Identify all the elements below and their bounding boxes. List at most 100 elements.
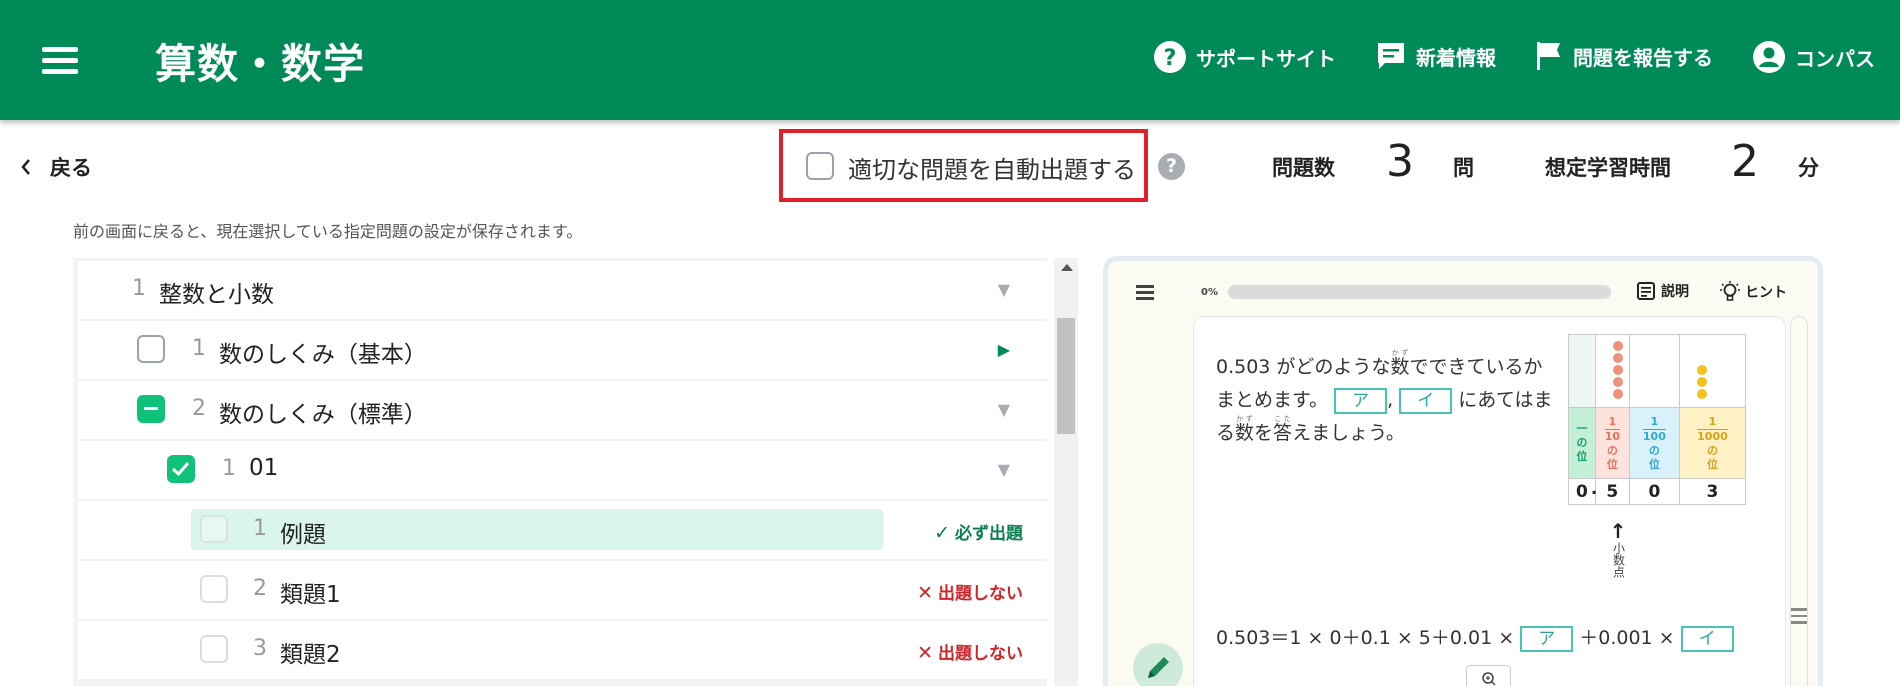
back-label: 戻る — [50, 156, 92, 180]
report-problem-label: 問題を報告する — [1573, 45, 1713, 70]
account-label: コンパス — [1795, 46, 1875, 71]
row-number: 2 — [253, 576, 267, 601]
digit-hundredths: 0 — [1628, 478, 1680, 505]
row-checkbox-checked[interactable] — [167, 455, 195, 483]
tree-row-problem[interactable]: 2 類題1 ✕ 出題しない — [78, 561, 1047, 619]
save-note: 前の画面に戻ると、現在選択している指定問題の設定が保存されます。 — [73, 222, 583, 241]
tree-row-topic[interactable]: 2 数のしくみ（標準） ▼ — [78, 381, 1047, 439]
row-checkbox[interactable] — [200, 635, 228, 663]
menu-icon[interactable] — [1136, 285, 1154, 300]
status-excluded: ✕ 出題しない — [917, 582, 1023, 604]
report-problem-link[interactable]: 問題を報告する — [1534, 40, 1713, 72]
row-label: 01 — [249, 455, 279, 481]
zoom-in-icon — [1482, 672, 1496, 686]
caret-right-icon[interactable]: ▶ — [998, 340, 1010, 359]
caret-down-icon[interactable]: ▼ — [998, 460, 1010, 479]
question-card: 0.503 がどのような数かずでできているかまとめます。 ア, イ にあてはまる… — [1193, 316, 1786, 686]
auto-assign-checkbox[interactable] — [806, 152, 834, 180]
tree-row-unit[interactable]: 1 整数と小数 ▼ — [78, 261, 1047, 319]
caret-down-icon[interactable]: ▼ — [998, 400, 1010, 419]
row-checkbox[interactable] — [137, 335, 165, 363]
digit-tenths: .5 — [1591, 478, 1630, 505]
equation-box-a[interactable]: ア — [1520, 625, 1574, 652]
news-label: 新着情報 — [1416, 45, 1496, 70]
menu-icon[interactable] — [42, 47, 78, 75]
close-icon: ✕ — [917, 582, 933, 604]
help-icon[interactable]: ? — [1158, 153, 1185, 180]
row-number: 1 — [253, 516, 267, 541]
row-checkbox-disabled — [200, 515, 228, 543]
place-value-table: 一の位 1 10 の位 1 100 の位 1 1000 の位 0 .5 0 3 — [1568, 334, 1747, 505]
support-site-link[interactable]: ? サポートサイト — [1153, 40, 1336, 74]
problem-count-unit: 問 — [1453, 156, 1474, 180]
row-label: 類題1 — [280, 582, 341, 608]
progress-label: 0% — [1201, 287, 1218, 298]
row-checkbox-partial[interactable] — [137, 395, 165, 423]
explain-label: 説明 — [1661, 284, 1689, 300]
question-text: 0.503 がどのような数かずでできているかまとめます。 ア, イ にあてはまる… — [1216, 349, 1553, 444]
chevron-left-icon — [21, 159, 30, 175]
news-link[interactable]: 新着情報 — [1375, 40, 1496, 72]
row-label: 数のしくみ（標準） — [219, 402, 427, 428]
help-circle-icon: ? — [1154, 41, 1186, 73]
study-time-unit: 分 — [1798, 156, 1819, 180]
equation-box-i[interactable]: イ — [1680, 625, 1734, 652]
problem-count-value: 3 — [1386, 136, 1414, 187]
study-time-value: 2 — [1731, 136, 1759, 187]
app-title: 算数・数学 — [155, 40, 365, 88]
auto-assign-label[interactable]: 適切な問題を自動出題する — [848, 150, 1136, 185]
account-icon — [1753, 41, 1785, 73]
row-label: 整数と小数 — [159, 282, 274, 308]
back-button[interactable]: 戻る — [20, 152, 92, 182]
place-label-thousandths: 1 1000 の位 — [1678, 407, 1747, 479]
tree-row-problem[interactable]: 3 類題2 ✕ 出題しない — [78, 621, 1047, 679]
place-label-ones: 一の位 — [1568, 407, 1596, 479]
caret-down-icon[interactable]: ▼ — [998, 280, 1010, 299]
equation: 0.503＝1 × 0＋0.1 × 5＋0.01 × ア ＋0.001 × イ — [1216, 623, 1734, 652]
tree-row-problem[interactable]: 1 例題 ✓ 必ず出題 — [78, 501, 1047, 559]
status-required: ✓ 必ず出題 — [934, 522, 1023, 544]
pencil-button[interactable] — [1133, 643, 1183, 686]
problem-tree: 1 整数と小数 ▼ 1 数のしくみ（基本） ▶ 2 数のしくみ（標準） ▼ 1 … — [73, 258, 1047, 686]
row-label: 類題2 — [280, 642, 341, 668]
dot-cell-ones — [1568, 334, 1596, 408]
lightbulb-icon — [1720, 281, 1740, 301]
close-icon: ✕ — [917, 642, 933, 664]
answer-box-i[interactable]: イ — [1399, 387, 1453, 414]
check-icon: ✓ — [934, 522, 950, 544]
arrow-up-icon: ↑ — [1609, 519, 1627, 543]
tree-row-set[interactable]: 1 01 ▼ — [78, 441, 1047, 499]
digit-thousandths: 3 — [1678, 478, 1747, 505]
flag-icon — [1537, 42, 1560, 70]
row-number: 3 — [253, 636, 267, 661]
row-number: 1 — [132, 276, 146, 301]
explain-button[interactable]: 説明 — [1636, 281, 1689, 301]
account-link[interactable]: コンパス — [1752, 40, 1875, 74]
zoom-button[interactable] — [1466, 665, 1511, 686]
scroll-up-arrow[interactable] — [1061, 264, 1073, 271]
pencil-icon — [1148, 657, 1169, 678]
drag-handle-icon[interactable] — [1791, 608, 1807, 628]
scroll-thumb[interactable] — [1057, 318, 1075, 434]
study-time-label: 想定学習時間 — [1545, 156, 1671, 180]
hint-button[interactable]: ヒント — [1720, 281, 1787, 303]
chat-icon — [1378, 43, 1404, 69]
row-number: 1 — [192, 336, 206, 361]
decimal-point: . — [1590, 479, 1598, 499]
tree-row-topic[interactable]: 1 数のしくみ（基本） ▶ — [78, 321, 1047, 379]
row-number: 2 — [192, 396, 206, 421]
app-header: 算数・数学 ? サポートサイト 新着情報 問題を報告する コンパス — [0, 0, 1900, 120]
progress-bar — [1228, 285, 1611, 299]
place-label-hundredths: 1 100 の位 — [1628, 407, 1680, 479]
tree-scrollbar[interactable] — [1054, 258, 1078, 686]
answer-box-a[interactable]: ア — [1334, 387, 1388, 414]
row-checkbox[interactable] — [200, 575, 228, 603]
decimal-point-pointer: ↑ 小数点 — [1608, 520, 1628, 578]
row-label: 数のしくみ（基本） — [219, 342, 427, 368]
preview-scrollbar[interactable] — [1790, 316, 1808, 686]
dot-cell-hundredths — [1628, 334, 1680, 408]
svg-text:?: ? — [1164, 46, 1177, 71]
checkmark-icon — [171, 462, 190, 477]
problem-count-label: 問題数 — [1272, 156, 1335, 180]
decimal-point-label: 小数点 — [1611, 542, 1626, 578]
